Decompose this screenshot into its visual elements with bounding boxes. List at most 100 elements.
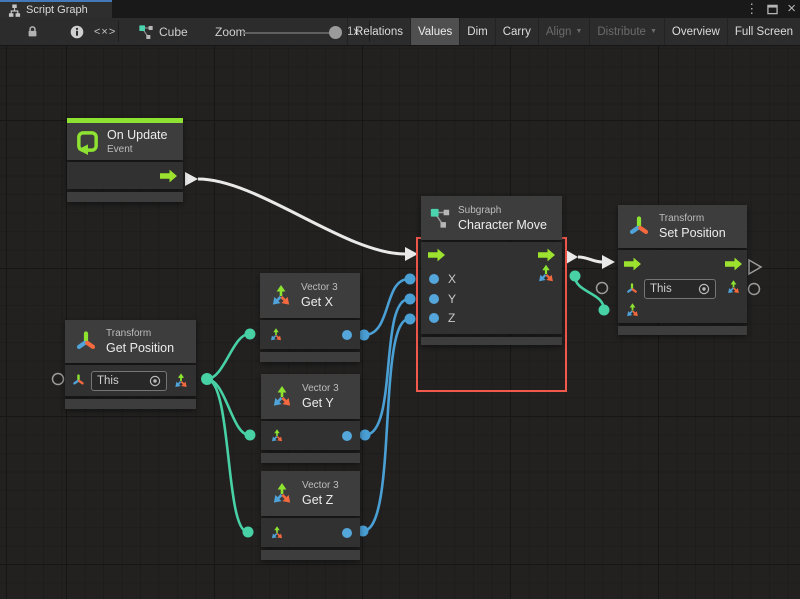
object-picker-icon[interactable] bbox=[149, 375, 161, 387]
zoom-label: Zoom bbox=[215, 18, 246, 45]
setposition-this-input-port bbox=[597, 283, 608, 294]
window-maximize-icon[interactable] bbox=[767, 4, 778, 15]
script-graph-window: Script Graph ⋮ × bbox=[0, 0, 800, 599]
dim-button[interactable]: Dim bbox=[459, 18, 494, 45]
graph-target-name[interactable]: Cube bbox=[159, 18, 188, 45]
fullscreen-button[interactable]: Full Screen bbox=[727, 18, 800, 45]
flow-input-port[interactable] bbox=[428, 247, 445, 263]
subgraph-icon bbox=[429, 207, 451, 229]
node-footer bbox=[67, 192, 183, 202]
overview-button[interactable]: Overview bbox=[664, 18, 727, 45]
node-body: X Y Z bbox=[421, 242, 562, 334]
vector3-output-port[interactable] bbox=[535, 263, 557, 285]
lock-icon bbox=[26, 25, 39, 38]
wire-value-charactermove-to-setposition bbox=[570, 271, 610, 316]
node-title: Get X bbox=[301, 294, 338, 310]
transform-port-icon[interactable] bbox=[71, 373, 86, 388]
code-preview-button[interactable]: <×> bbox=[94, 18, 116, 45]
lock-button[interactable] bbox=[26, 18, 39, 45]
align-dropdown[interactable]: Align▼ bbox=[538, 18, 590, 45]
distribute-dropdown[interactable]: Distribute▼ bbox=[589, 18, 664, 45]
vector3-icon bbox=[268, 283, 294, 309]
vector3-input-port[interactable] bbox=[269, 525, 285, 541]
setposition-value-output-port bbox=[749, 284, 760, 295]
port-label-y: Y bbox=[448, 292, 456, 306]
chevron-down-icon: ▼ bbox=[650, 28, 657, 35]
input-port-z[interactable] bbox=[429, 313, 439, 323]
node-subtitle: Vector 3 bbox=[302, 382, 339, 395]
vector3-output-port[interactable] bbox=[172, 372, 190, 390]
node-footer bbox=[65, 399, 196, 409]
chevron-down-icon: ▼ bbox=[575, 28, 582, 35]
transform-icon bbox=[73, 329, 99, 355]
flow-output-port[interactable] bbox=[160, 168, 177, 184]
this-object-field[interactable]: This bbox=[91, 371, 167, 391]
vector3-input-port[interactable] bbox=[268, 327, 284, 343]
node-body: This bbox=[618, 250, 747, 323]
flow-input-port[interactable] bbox=[624, 256, 641, 272]
node-header[interactable]: Subgraph Character Move bbox=[421, 196, 562, 240]
wire-flow-onupdate-to-charactermove bbox=[185, 172, 418, 261]
input-port-y[interactable] bbox=[429, 294, 439, 304]
info-button[interactable] bbox=[70, 18, 84, 45]
node-header[interactable]: Transform Set Position bbox=[618, 205, 747, 248]
node-get-y[interactable]: Vector 3 Get Y bbox=[261, 374, 360, 463]
tab-script-graph[interactable]: Script Graph bbox=[0, 0, 112, 18]
setposition-flow-output-port bbox=[749, 260, 761, 274]
node-title: Get Y bbox=[302, 395, 339, 411]
window-close-icon[interactable]: × bbox=[787, 0, 796, 18]
info-icon bbox=[70, 25, 84, 39]
node-header[interactable]: On Update Event bbox=[67, 123, 183, 160]
flow-output-port[interactable] bbox=[538, 247, 555, 263]
flow-output-port[interactable] bbox=[725, 256, 742, 272]
node-footer bbox=[261, 550, 360, 560]
node-get-position[interactable]: Transform Get Position This bbox=[65, 320, 196, 409]
node-header[interactable]: Vector 3 Get Z bbox=[261, 471, 360, 516]
value-output-port[interactable] bbox=[342, 330, 352, 340]
this-object-field[interactable]: This bbox=[644, 279, 716, 299]
node-header[interactable]: Vector 3 Get Y bbox=[261, 374, 360, 419]
node-title: Set Position bbox=[659, 225, 726, 241]
graph-target-icon bbox=[138, 18, 154, 45]
node-on-update[interactable]: On Update Event bbox=[67, 118, 183, 202]
node-get-x[interactable]: Vector 3 Get X bbox=[260, 273, 360, 362]
wire-flow-charactermove-to-setposition bbox=[566, 250, 615, 269]
vector3-output-port[interactable] bbox=[725, 279, 742, 296]
node-subtitle: Vector 3 bbox=[301, 281, 338, 294]
node-character-move[interactable]: Subgraph Character Move X Y Z bbox=[421, 196, 562, 345]
node-subtitle: Subgraph bbox=[458, 204, 547, 217]
code-icon: <×> bbox=[94, 26, 116, 38]
title-bar: Script Graph ⋮ × bbox=[0, 0, 800, 18]
node-body bbox=[261, 518, 360, 547]
node-set-position[interactable]: Transform Set Position This bbox=[618, 205, 747, 335]
toolbar-buttons: Relations Values Dim Carry Align▼ Distri… bbox=[347, 18, 800, 45]
maximize-icon bbox=[767, 4, 778, 15]
value-output-port[interactable] bbox=[342, 528, 352, 538]
node-header[interactable]: Transform Get Position bbox=[65, 320, 196, 363]
transform-port-icon[interactable] bbox=[625, 282, 639, 296]
zoom-slider-handle[interactable] bbox=[329, 26, 342, 39]
node-subtitle: Transform bbox=[106, 327, 174, 340]
values-button[interactable]: Values bbox=[410, 18, 459, 45]
vector3-icon bbox=[269, 481, 295, 507]
relations-button[interactable]: Relations bbox=[347, 18, 410, 45]
toolbar-divider bbox=[118, 21, 119, 42]
object-picker-icon[interactable] bbox=[698, 283, 710, 295]
graph-canvas[interactable]: On Update Event Transform Get Position bbox=[0, 46, 800, 599]
vector3-input-port[interactable] bbox=[269, 428, 285, 444]
node-header[interactable]: Vector 3 Get X bbox=[260, 273, 360, 318]
node-title: On Update bbox=[107, 127, 167, 143]
graph-hierarchy-icon bbox=[8, 4, 21, 17]
graph-toolbar: <×> Cube Zoom 1x Relations Values Dim Ca… bbox=[0, 18, 800, 46]
node-footer bbox=[261, 453, 360, 463]
node-subtitle: Vector 3 bbox=[302, 479, 339, 492]
carry-button[interactable]: Carry bbox=[495, 18, 538, 45]
value-output-port[interactable] bbox=[342, 431, 352, 441]
node-body bbox=[261, 421, 360, 450]
vector3-input-port[interactable] bbox=[624, 302, 641, 319]
window-menu-icon[interactable]: ⋮ bbox=[745, 0, 758, 18]
node-get-z[interactable]: Vector 3 Get Z bbox=[261, 471, 360, 560]
input-port-x[interactable] bbox=[429, 274, 439, 284]
node-title: Get Z bbox=[302, 492, 339, 508]
zoom-slider-track[interactable] bbox=[243, 32, 339, 34]
